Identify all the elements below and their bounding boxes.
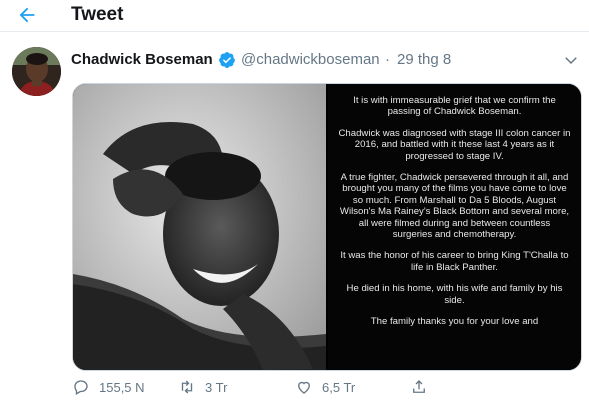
like-count: 6,5 Tr: [322, 380, 356, 395]
chevron-down-icon[interactable]: [562, 51, 580, 69]
statement-paragraph: It was the honor of his career to bring …: [340, 250, 569, 273]
back-button[interactable]: [14, 2, 40, 28]
reply-icon: [74, 380, 88, 395]
avatar-photo: [12, 47, 61, 96]
share-icon: [413, 380, 425, 393]
statement-paragraph: The family thanks you for your love and: [370, 316, 539, 328]
retweet-icon: [181, 380, 193, 394]
author-handle[interactable]: @chadwickboseman: [241, 51, 380, 68]
statement-paragraph: He died in his home, with his wife and f…: [346, 283, 563, 306]
statement-paragraph: A true fighter, Chadwick persevered thro…: [339, 172, 570, 241]
retweet-count: 3 Tr: [205, 380, 228, 395]
statement-image[interactable]: It is with immeasurable grief that we co…: [328, 84, 581, 370]
statement-paragraph: It is with immeasurable grief that we co…: [353, 95, 556, 118]
top-bar: Tweet: [0, 0, 589, 32]
tweet-media[interactable]: It is with immeasurable grief that we co…: [72, 83, 582, 371]
statement-paragraph: Chadwick was diagnosed with stage III co…: [338, 127, 571, 162]
tweet-date[interactable]: 29 thg 8: [397, 51, 451, 68]
verified-badge-icon: [219, 52, 235, 68]
tweet-photo[interactable]: [73, 84, 326, 370]
avatar[interactable]: [12, 47, 61, 96]
tweet-actions: 155,5 N 3 Tr 6,5 Tr: [72, 376, 532, 398]
portrait-image: [73, 84, 326, 370]
author-name[interactable]: Chadwick Boseman: [71, 51, 213, 68]
arrow-left-icon: [19, 7, 35, 23]
separator-dot: ·: [385, 51, 390, 68]
reply-count: 155,5 N: [99, 380, 145, 395]
page-title: Tweet: [71, 4, 124, 25]
heart-icon: [298, 381, 310, 394]
